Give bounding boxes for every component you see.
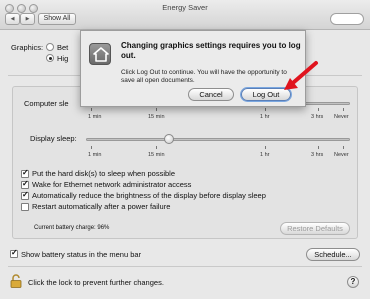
energy-saver-window: Energy Saver ◀ ▶ Show All Graphics: Bet … <box>0 0 370 299</box>
lock-label: Click the lock to prevent further change… <box>28 278 164 287</box>
help-button[interactable]: ? <box>347 276 359 288</box>
tick <box>318 146 319 149</box>
tick <box>343 108 344 111</box>
tick-label: Never <box>334 152 349 158</box>
tick <box>265 146 266 149</box>
wake-ethernet-checkbox[interactable] <box>21 179 29 189</box>
tick-label: 3 hrs <box>311 152 324 158</box>
tick-label: 3 hrs <box>311 114 324 120</box>
show-battery-status-label: Show battery status in the menu bar <box>21 250 142 259</box>
tick <box>156 108 157 111</box>
schedule-button[interactable]: Schedule... <box>306 248 360 261</box>
annotation-arrow-icon <box>282 60 322 98</box>
show-battery-status-checkbox[interactable] <box>10 248 18 258</box>
home-icon <box>89 43 111 65</box>
tick-label: 1 min <box>88 114 102 120</box>
display-sleep-slider[interactable] <box>86 138 350 141</box>
tick <box>343 146 344 149</box>
display-sleep-label: Display sleep: <box>30 134 77 143</box>
tick-label: Never <box>334 114 349 120</box>
divider <box>8 266 362 267</box>
tick-label: 1 hr <box>260 114 270 120</box>
hard-disk-sleep-label: Put the hard disk(s) to sleep when possi… <box>32 169 175 178</box>
graphics-option-2-label: Hig <box>57 54 69 63</box>
settings-panel <box>12 86 358 239</box>
back-arrow-icon: ◀ <box>10 16 15 22</box>
hard-disk-sleep-checkbox[interactable] <box>21 168 29 178</box>
tick-label: 15 min <box>148 152 165 158</box>
graphics-option-1-radio[interactable] <box>46 43 54 51</box>
graphics-option-2-radio[interactable] <box>46 54 54 62</box>
cancel-button[interactable]: Cancel <box>188 88 234 101</box>
back-button[interactable]: ◀ <box>5 13 20 25</box>
title-bar: Energy Saver ◀ ▶ Show All <box>0 0 370 30</box>
dialog-message: Click Log Out to continue. You will have… <box>121 69 287 84</box>
tick-label: 1 hr <box>260 152 270 158</box>
wake-ethernet-label: Wake for Ethernet network administrator … <box>32 180 192 189</box>
graphics-label: Graphics: <box>11 43 44 52</box>
restore-defaults-button[interactable]: Restore Defaults <box>280 222 350 235</box>
restart-after-power-failure-label: Restart automatically after a power fail… <box>32 202 171 211</box>
tick-label: 15 min <box>148 114 165 120</box>
forward-arrow-icon: ▶ <box>25 16 30 22</box>
graphics-option-1-label: Bet <box>57 43 69 52</box>
lock-icon[interactable] <box>10 274 22 288</box>
display-sleep-slider-thumb[interactable] <box>164 134 174 144</box>
tick <box>318 108 319 111</box>
tick <box>91 108 92 111</box>
show-all-button[interactable]: Show All <box>38 13 76 25</box>
tick <box>91 146 92 149</box>
computer-sleep-label: Computer sle <box>24 99 69 108</box>
dialog-title: Changing graphics settings requires you … <box>121 41 301 60</box>
reduce-brightness-label: Automatically reduce the brightness of t… <box>32 191 266 200</box>
battery-charge-text: Current battery charge: 96% <box>34 225 110 231</box>
search-input[interactable] <box>330 13 364 25</box>
tick-label: 1 min <box>88 152 102 158</box>
restart-after-power-failure-checkbox[interactable] <box>21 203 29 211</box>
window-title: Energy Saver <box>162 3 208 12</box>
tick <box>156 146 157 149</box>
reduce-brightness-checkbox[interactable] <box>21 190 29 200</box>
forward-button[interactable]: ▶ <box>20 13 35 25</box>
tick <box>265 108 266 111</box>
